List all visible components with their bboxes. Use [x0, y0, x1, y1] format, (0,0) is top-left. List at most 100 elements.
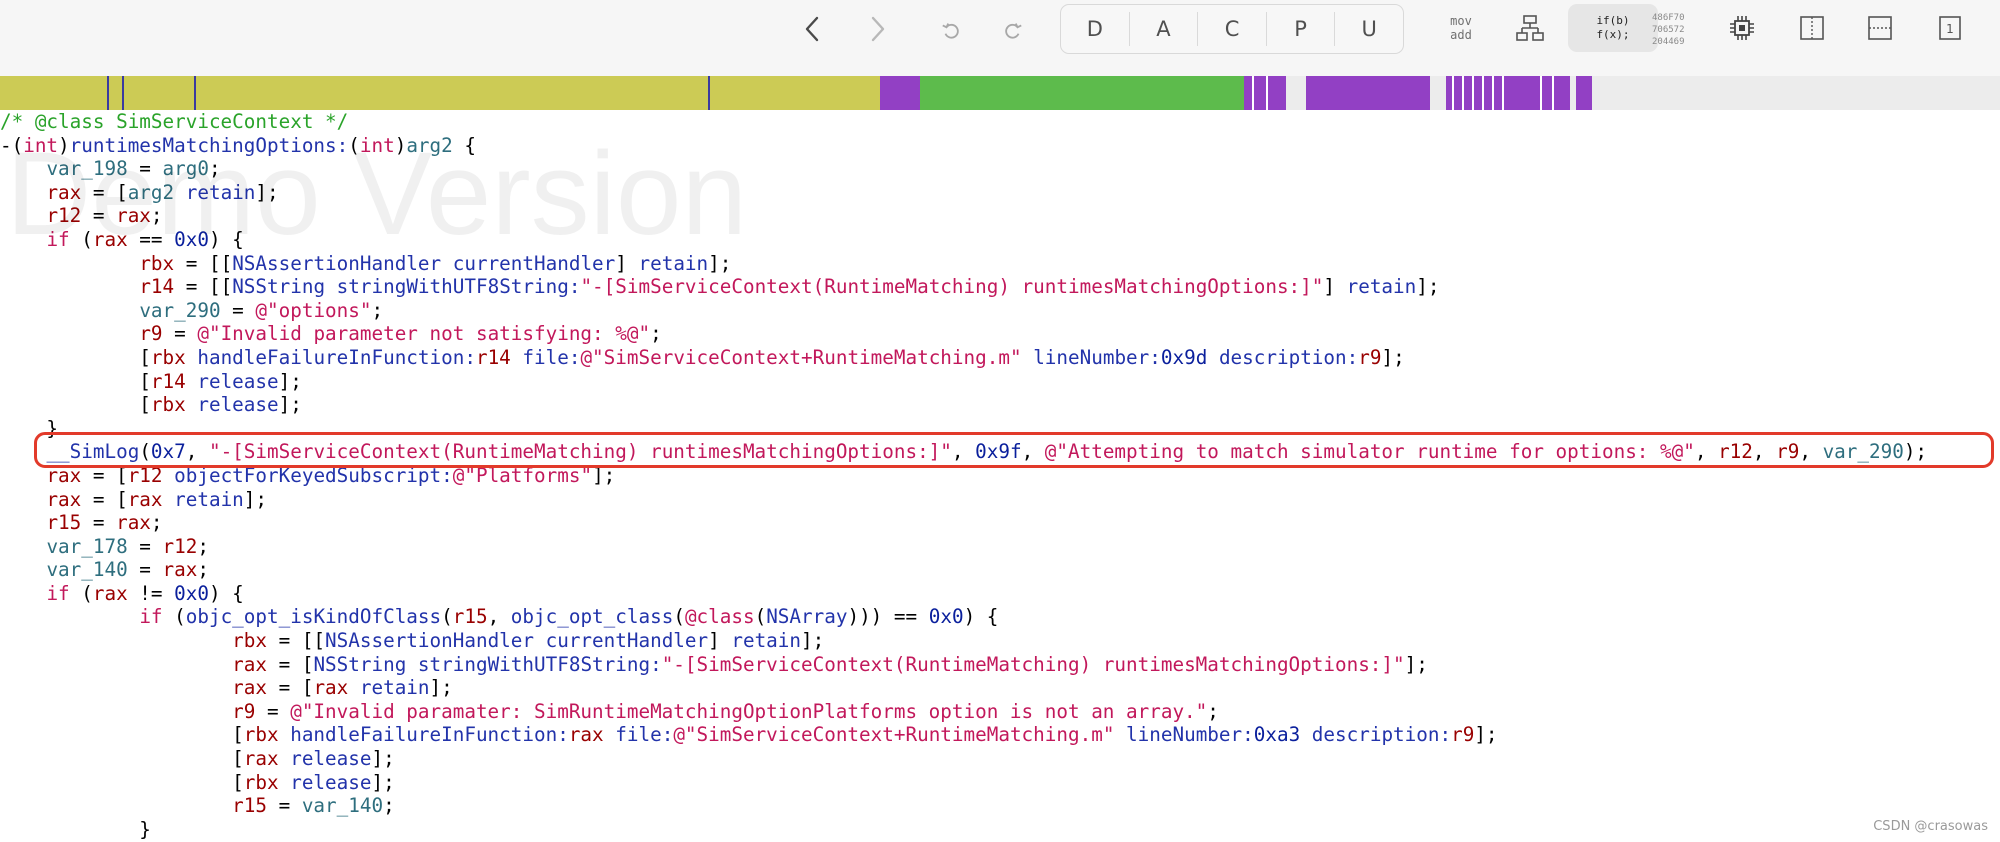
cfg-button[interactable]: [1512, 12, 1548, 44]
code-token: ];: [708, 251, 732, 275]
segment-p-button[interactable]: P: [1267, 5, 1335, 53]
code-token: ];: [243, 487, 268, 511]
code-line[interactable]: var_178 = r12;: [0, 535, 2000, 559]
code-line[interactable]: [rbx handleFailureInFunction:r14 file:@"…: [0, 346, 2000, 370]
code-line[interactable]: [rax release];: [0, 747, 2000, 771]
code-line[interactable]: rax = [rax retain];: [0, 488, 2000, 512]
segment-a-button[interactable]: A: [1130, 5, 1198, 53]
code-token: rbx: [243, 723, 279, 747]
code-token: handleFailureInFunction:: [197, 345, 476, 369]
split-vertical-button[interactable]: [1794, 12, 1830, 44]
code-token: r14: [150, 369, 186, 393]
cpu-button[interactable]: [1724, 12, 1760, 44]
code-token: ;: [1207, 699, 1219, 723]
string-segment-band: [920, 76, 1244, 110]
code-token: ): [394, 133, 407, 157]
view-mode-segmented-control: D A C P U: [1060, 4, 1404, 54]
code-token: rbx: [139, 251, 175, 275]
code-token: ;: [197, 534, 209, 558]
code-token: @"options": [255, 298, 372, 322]
code-line[interactable]: r15 = rax;: [0, 511, 2000, 535]
code-token: r12: [127, 463, 163, 487]
code-token: @class: [684, 605, 755, 629]
code-line[interactable]: r9 = @"Invalid paramater: SimRuntimeMatc…: [0, 700, 2000, 724]
code-line[interactable]: rax = [arg2 retain];: [0, 181, 2000, 205]
code-line[interactable]: }: [0, 417, 2000, 441]
code-token: r9: [232, 699, 256, 723]
code-token: = [[: [267, 629, 326, 653]
code-line[interactable]: var_198 = arg0;: [0, 157, 2000, 181]
code-line[interactable]: [rbx handleFailureInFunction:rax file:@"…: [0, 723, 2000, 747]
split-horizontal-button[interactable]: [1862, 12, 1898, 44]
code-line[interactable]: rbx = [[NSAssertionHandler currentHandle…: [0, 629, 2000, 653]
undo-button[interactable]: [936, 16, 966, 44]
page-button[interactable]: 1: [1932, 12, 1968, 44]
pseudocode-mode-button[interactable]: if(b) f(x);: [1568, 4, 1658, 52]
forward-button[interactable]: [860, 14, 896, 44]
hex-line: 204469: [1652, 37, 1685, 47]
code-line[interactable]: r9 = @"Invalid parameter not satisfying:…: [0, 322, 2000, 346]
code-token: retain: [174, 487, 244, 511]
code-token: rax: [313, 676, 349, 700]
code-line[interactable]: __SimLog(0x7, "-[SimServiceContext(Runti…: [0, 440, 2000, 464]
code-line[interactable]: }: [0, 818, 2000, 842]
pseudocode-view[interactable]: Demo Version /* @class SimServiceContext…: [0, 110, 2000, 842]
code-line[interactable]: r14 = [[NSString stringWithUTF8String:"-…: [0, 275, 2000, 299]
hex-mode-button[interactable]: 486F70 706572 204469: [1652, 12, 1685, 48]
code-token: ) {: [963, 605, 999, 629]
code-line[interactable]: if (rax != 0x0) {: [0, 582, 2000, 606]
code-line[interactable]: var_140 = rax;: [0, 558, 2000, 582]
code-token: (: [348, 133, 360, 157]
code-token: ];: [278, 393, 302, 417]
code-line[interactable]: rbx = [[NSAssertionHandler currentHandle…: [0, 252, 2000, 276]
code-token: rax: [232, 676, 267, 700]
navigation-band[interactable]: [0, 76, 2000, 110]
code-line[interactable]: r15 = var_140;: [0, 794, 2000, 818]
segment-c-button[interactable]: C: [1198, 5, 1266, 53]
code-line[interactable]: var_290 = @"options";: [0, 299, 2000, 323]
code-line[interactable]: rax = [rax retain];: [0, 676, 2000, 700]
code-line[interactable]: -(int)runtimesMatchingOptions:(int)arg2 …: [0, 134, 2000, 158]
code-token: = [: [81, 487, 128, 511]
redo-button[interactable]: [998, 16, 1028, 44]
code-line[interactable]: rax = [r12 objectForKeyedSubscript:@"Pla…: [0, 464, 2000, 488]
code-token: NSString: [232, 275, 326, 299]
code-token: =: [267, 794, 302, 818]
code-line[interactable]: if (rax == 0x0) {: [0, 228, 2000, 252]
code-token: 0x0: [174, 227, 209, 251]
code-token: retain: [638, 251, 709, 275]
assembly-mode-button[interactable]: mov add: [1446, 14, 1476, 42]
code-token: (: [162, 605, 186, 629]
code-line[interactable]: [rbx release];: [0, 771, 2000, 795]
segment-u-button[interactable]: U: [1335, 5, 1403, 53]
code-line[interactable]: [r14 release];: [0, 370, 2000, 394]
band-gap: [1462, 76, 1464, 110]
code-token: rbx: [150, 393, 186, 417]
cpu-icon: [1730, 16, 1754, 40]
code-line[interactable]: if (objc_opt_isKindOfClass(r15, objc_opt…: [0, 605, 2000, 629]
code-token: file:: [615, 723, 674, 747]
code-token: ]: [615, 251, 639, 275]
data-segment-band: [1576, 76, 1592, 110]
code-token: rax: [46, 463, 82, 487]
code-token: 0x9d: [1160, 345, 1208, 369]
code-token: rax: [46, 180, 82, 204]
code-token: rax: [116, 204, 151, 228]
code-line[interactable]: [rbx release];: [0, 393, 2000, 417]
code-line[interactable]: /* @class SimServiceContext */: [0, 110, 2000, 134]
code-token: =: [127, 534, 163, 558]
back-button[interactable]: [794, 14, 830, 44]
code-token: NSAssertionHandler: [232, 251, 442, 275]
code-line[interactable]: rax = [NSString stringWithUTF8String:"-[…: [0, 653, 2000, 677]
code-token: =: [127, 157, 163, 181]
code-line[interactable]: r12 = rax;: [0, 204, 2000, 228]
segment-d-button[interactable]: D: [1061, 5, 1129, 53]
code-token: =: [162, 322, 198, 346]
code-token: 0x0: [928, 605, 964, 629]
